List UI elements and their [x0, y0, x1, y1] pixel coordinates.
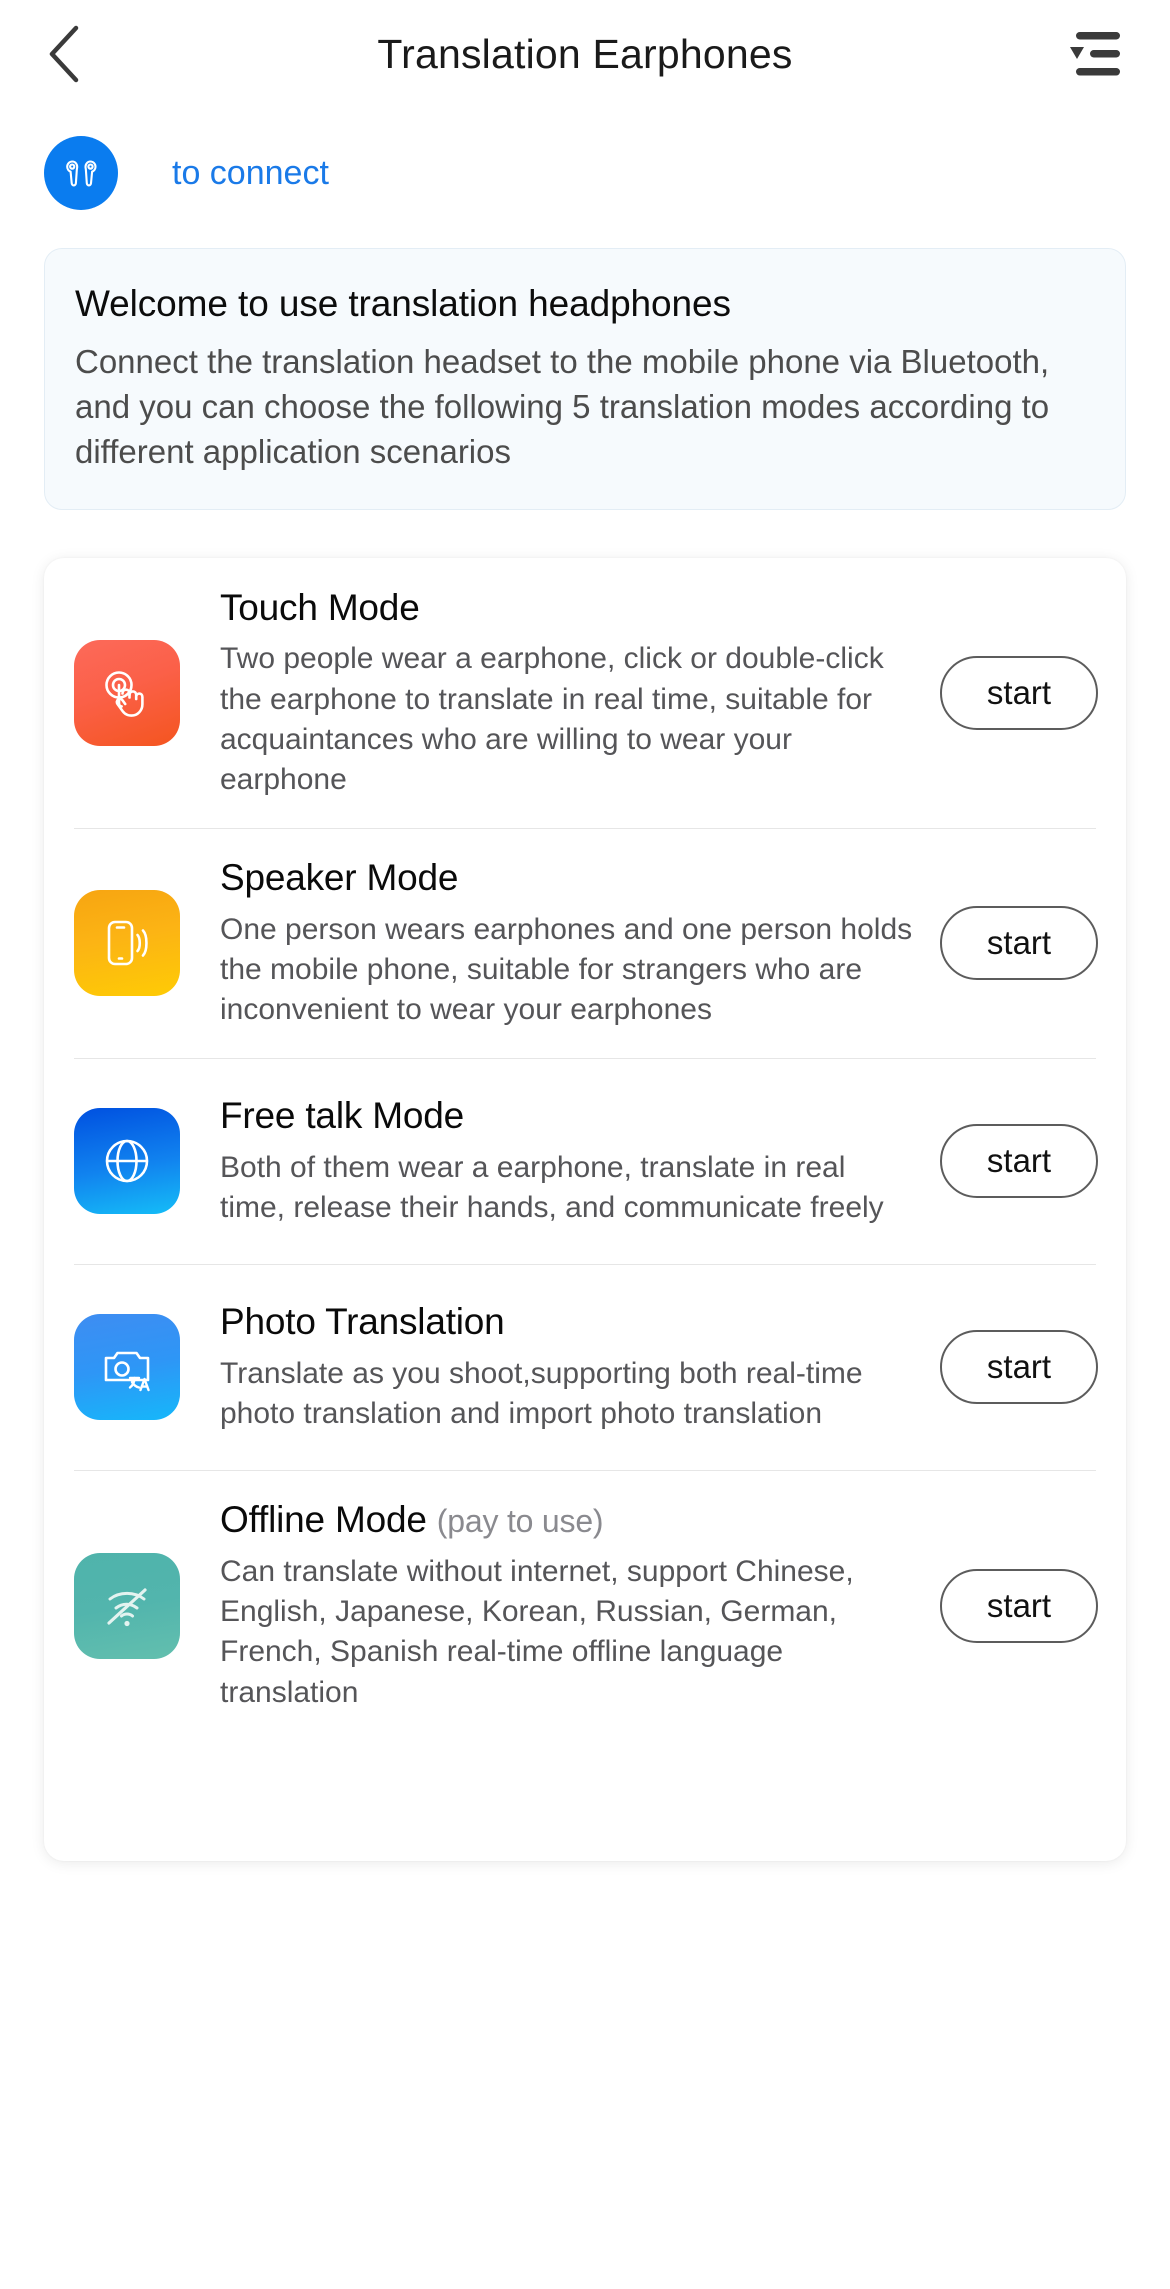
app-header: Translation Earphones — [0, 0, 1170, 108]
wifi-off-glyph — [107, 1587, 147, 1626]
welcome-card: Welcome to use translation headphones Co… — [44, 248, 1126, 510]
touch-gesture-glyph — [105, 671, 144, 717]
mode-title: Photo Translation — [220, 1300, 918, 1344]
mode-description: Both of them wear a earphone, translate … — [220, 1151, 884, 1225]
wifi-off-icon — [74, 1552, 180, 1659]
mode-row[interactable]: Speaker Mode One person wears earphones … — [44, 828, 1126, 1058]
connect-label[interactable]: to connect — [172, 154, 329, 193]
globe-glyph — [105, 1140, 149, 1183]
mode-title-main: Speaker Mode — [220, 857, 459, 899]
globe-icon — [74, 1108, 180, 1215]
earbuds-icon — [66, 160, 97, 187]
touch-gesture-icon — [74, 639, 180, 746]
start-button[interactable]: start — [940, 1124, 1098, 1199]
mode-description: One person wears earphones and one perso… — [220, 912, 913, 1027]
chevron-left-icon — [49, 25, 79, 83]
back-button[interactable] — [44, 18, 100, 90]
mode-description: Translate as you shoot,supporting both r… — [220, 1357, 863, 1431]
mode-row[interactable]: Offline Mode (pay to use) Can translate … — [44, 1470, 1126, 1740]
mode-text: Photo Translation Translate as you shoot… — [180, 1300, 934, 1434]
start-button[interactable]: start — [940, 655, 1098, 730]
start-button[interactable]: start — [940, 1568, 1098, 1643]
connect-row[interactable]: to connect — [0, 108, 1170, 218]
mode-title-main: Photo Translation — [220, 1301, 505, 1343]
list-menu-icon — [1070, 32, 1120, 76]
mode-title: Speaker Mode — [220, 856, 918, 900]
mode-description: Can translate without internet, support … — [220, 1555, 854, 1709]
camera-translate-icon — [74, 1314, 180, 1421]
welcome-title: Welcome to use translation headphones — [75, 283, 731, 324]
mode-title: Offline Mode (pay to use) — [220, 1498, 918, 1542]
mode-text: Touch Mode Two people wear a earphone, c… — [180, 586, 934, 800]
page-title: Translation Earphones — [377, 30, 793, 77]
mode-text: Speaker Mode One person wears earphones … — [180, 856, 934, 1030]
mode-title: Touch Mode — [220, 586, 918, 630]
mode-title: Free talk Mode — [220, 1094, 918, 1138]
welcome-body: Connect the translation headset to the m… — [75, 343, 1050, 470]
modes-list: Touch Mode Two people wear a earphone, c… — [44, 557, 1126, 1861]
mode-title-main: Offline Mode — [220, 1499, 427, 1541]
earbuds-badge — [44, 136, 118, 210]
app-screen: Translation Earphones to connect Welcome… — [0, 0, 1170, 2289]
mode-title-main: Free talk Mode — [220, 1095, 464, 1137]
mode-row[interactable]: Touch Mode Two people wear a earphone, c… — [44, 558, 1126, 828]
mode-title-main: Touch Mode — [220, 586, 420, 628]
mode-text: Offline Mode (pay to use) Can translate … — [180, 1498, 934, 1712]
phone-speaker-glyph — [107, 920, 148, 966]
camera-translate-glyph — [104, 1352, 150, 1392]
start-button[interactable]: start — [940, 1330, 1098, 1405]
mode-title-suffix: (pay to use) — [436, 1503, 604, 1540]
mode-text: Free talk Mode Both of them wear a earph… — [180, 1094, 934, 1228]
phone-speaker-icon — [74, 890, 180, 997]
menu-button[interactable] — [1064, 23, 1126, 85]
start-button[interactable]: start — [940, 906, 1098, 981]
mode-description: Two people wear a earphone, click or dou… — [220, 642, 884, 796]
mode-row[interactable]: Free talk Mode Both of them wear a earph… — [44, 1058, 1126, 1264]
mode-row[interactable]: Photo Translation Translate as you shoot… — [44, 1264, 1126, 1470]
